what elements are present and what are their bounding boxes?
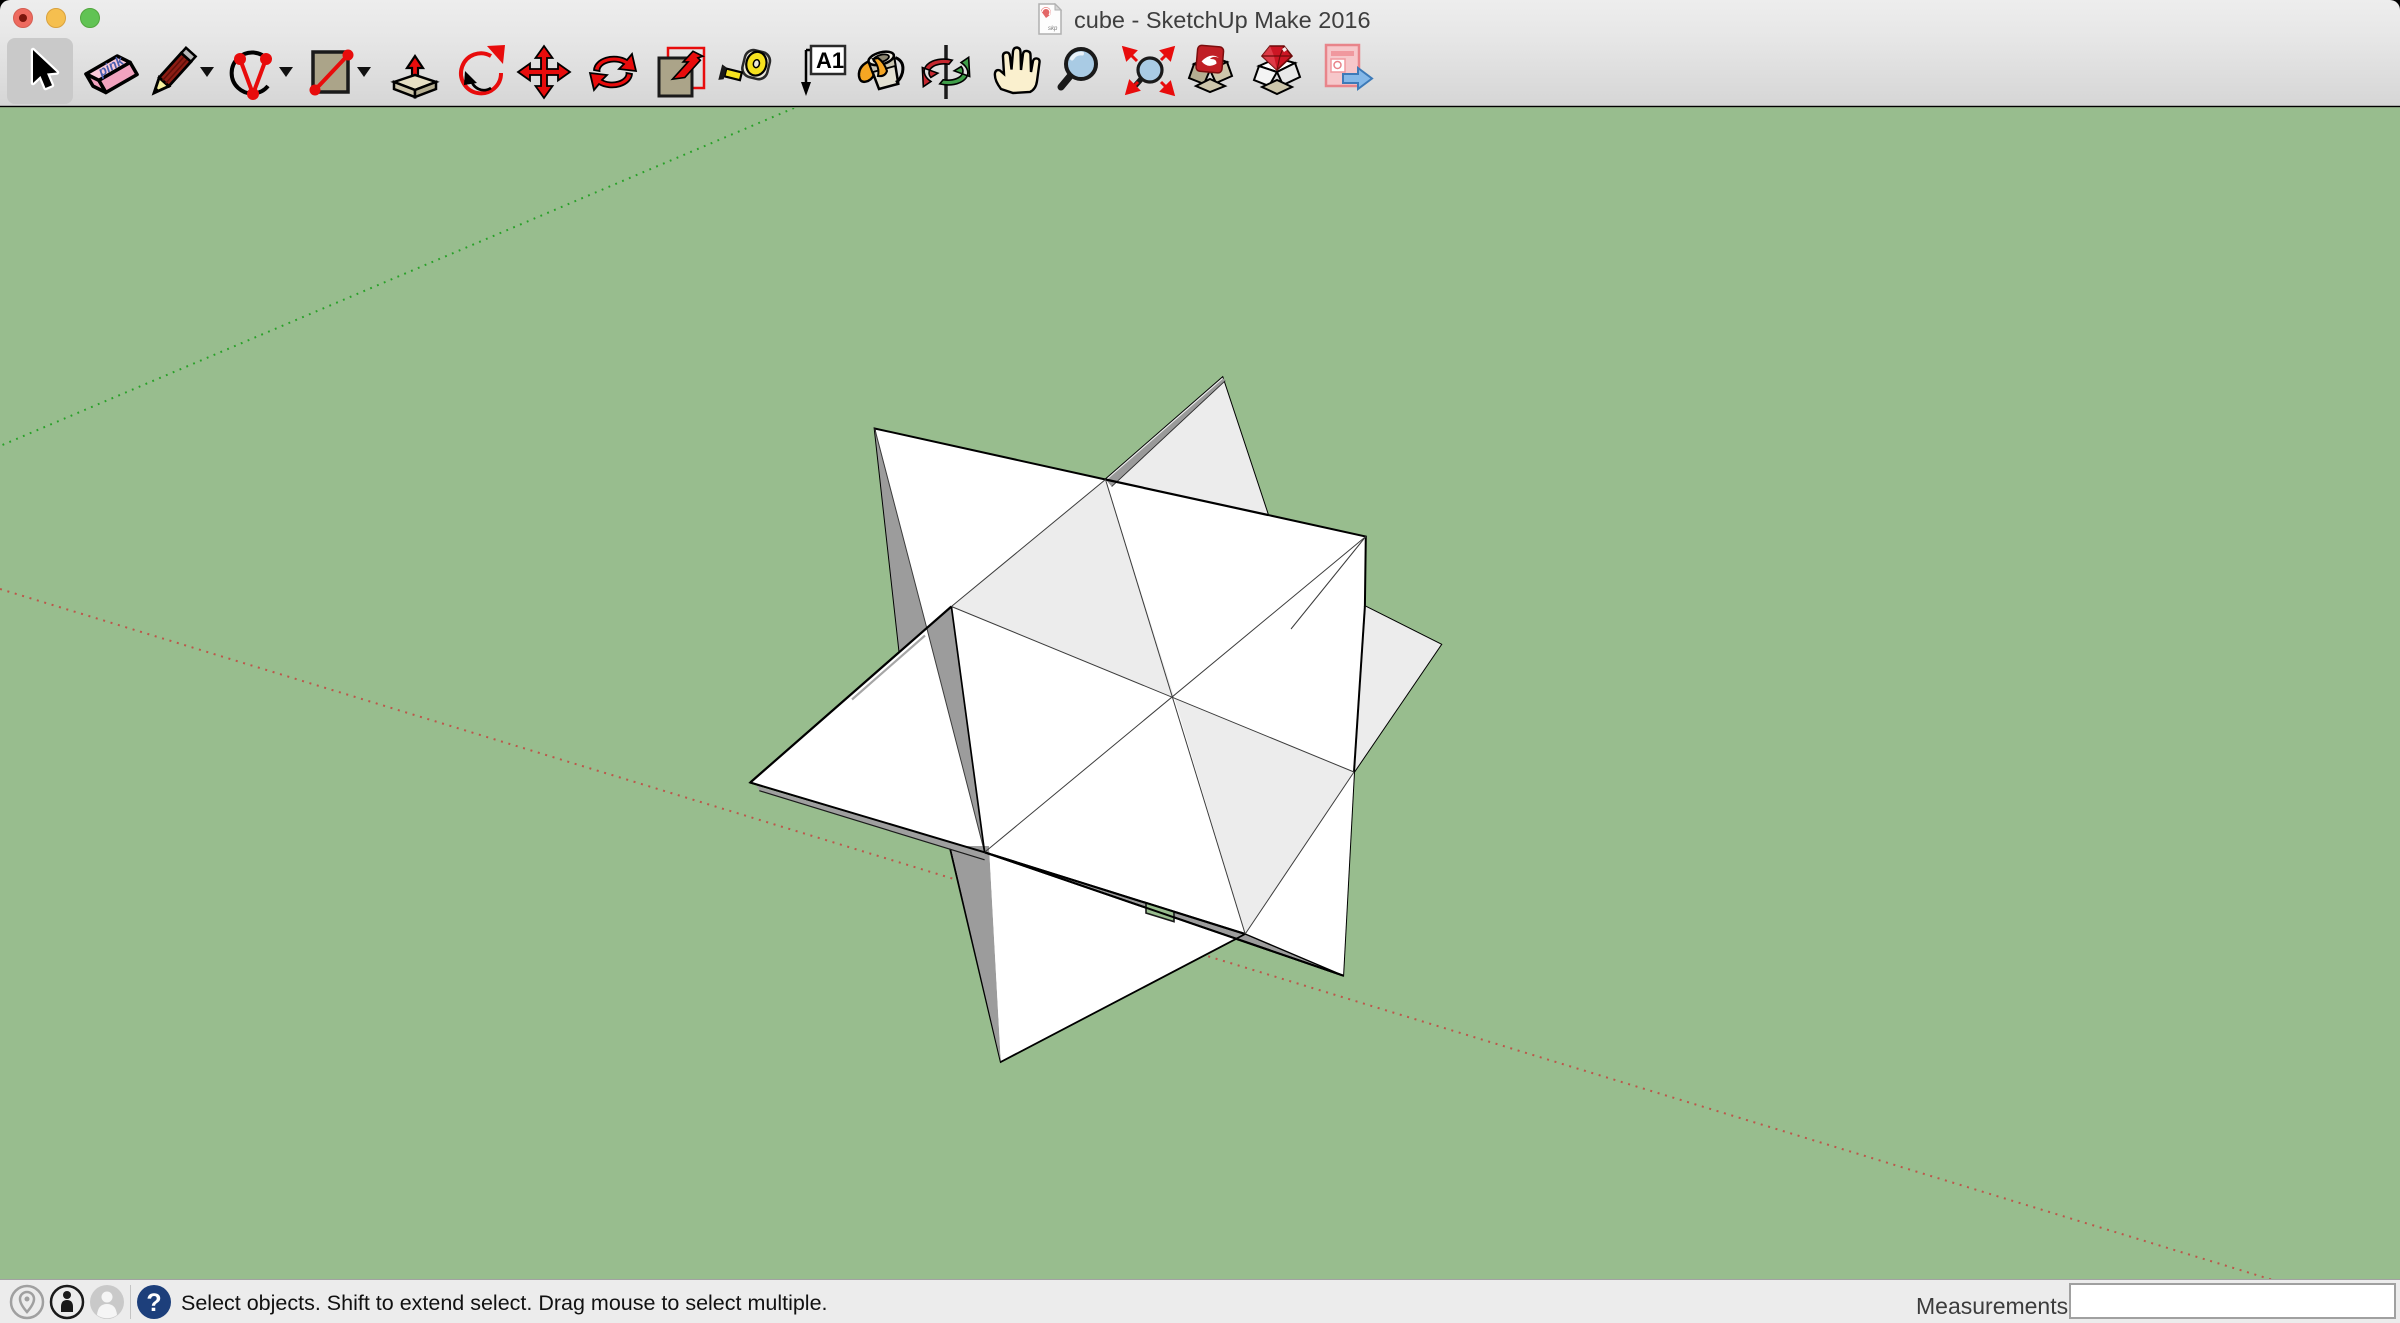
svg-text:skp: skp — [1048, 26, 1058, 32]
svg-text:A1: A1 — [816, 48, 844, 73]
svg-text:?: ? — [146, 1289, 161, 1317]
